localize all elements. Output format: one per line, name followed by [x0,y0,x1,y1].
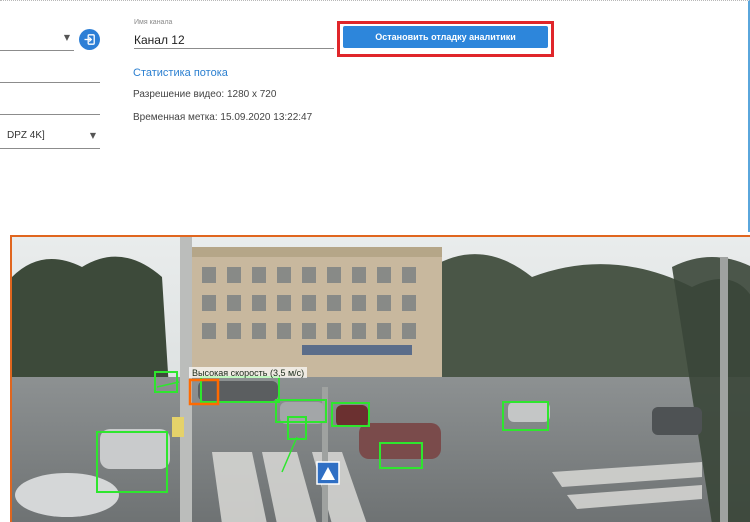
open-channel-button[interactable] [79,29,100,50]
video-resolution: Разрешение видео: 1280 x 720 [133,89,277,100]
channel-name-caption: Имя канала [134,19,173,26]
enter-icon [84,34,95,45]
video-area: Высокая скорость (3,5 м/с) [0,232,750,522]
camera-model-select[interactable]: DPZ 4K] ▼ [0,125,100,149]
settings-field-2[interactable] [0,59,100,83]
speed-label: Высокая скорость (3,5 м/с) [192,368,304,378]
stop-analytics-debug-button[interactable]: Остановить отладку аналитики [343,26,548,48]
camera-model-value: DPZ 4K] [7,130,45,141]
video-stream[interactable]: Высокая скорость (3,5 м/с) [10,235,750,522]
timestamp: Временная метка: 15.09.2020 13:22:47 [133,112,313,123]
channel-settings-panel: ▼ DPZ 4K] ▼ Имя канала Остановить отладк… [0,0,750,232]
source-select[interactable]: ▼ [0,27,74,51]
chevron-down-icon: ▼ [89,131,96,140]
channel-name-input[interactable] [134,31,334,49]
chevron-down-icon: ▼ [63,33,70,42]
stream-statistics-title: Статистика потока [133,67,228,79]
settings-field-3[interactable] [0,91,100,115]
video-scene: Высокая скорость (3,5 м/с) [12,237,750,522]
